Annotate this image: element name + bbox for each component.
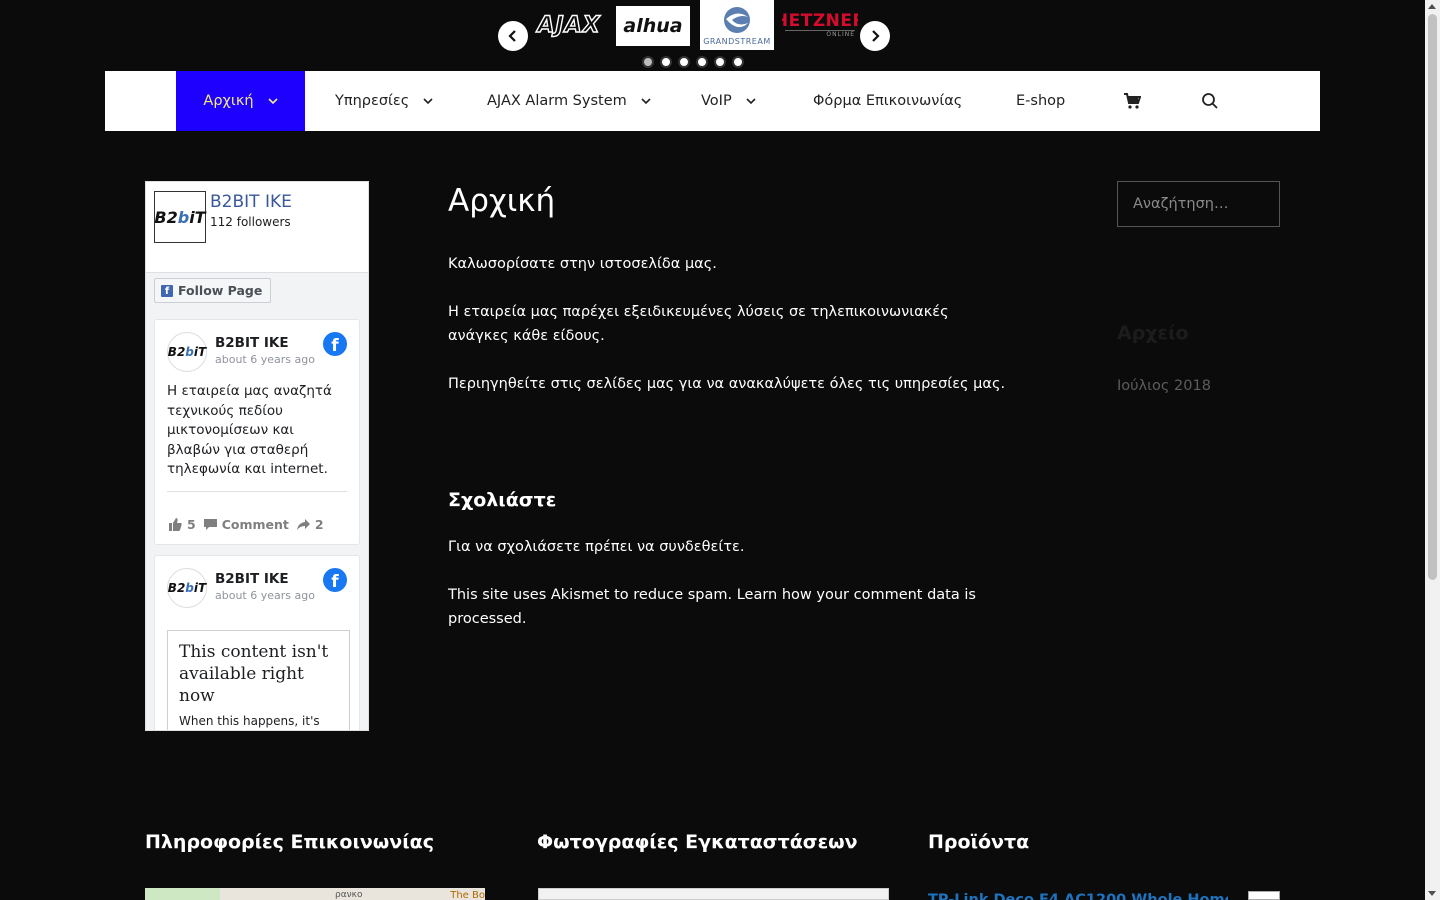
carousel-next-button[interactable] (860, 21, 890, 51)
carousel-dot[interactable] (642, 56, 654, 68)
scroll-down-arrow-icon[interactable] (1428, 891, 1436, 896)
archive-heading: Αρχείο (1117, 322, 1189, 344)
facebook-post: B2biT B2BIT IKE about 6 years ago f Η ετ… (154, 319, 360, 545)
main-navigation: Αρχική Υπηρεσίες AJAX Alarm System VoIP … (105, 71, 1320, 131)
brand-carousel: AJAX alhua GRANDSTREAM HETZNER ONLINE (498, 0, 890, 70)
login-notice: Για να σχολιάσετε πρέπει να συνδεθείτε. (448, 539, 745, 555)
products-heading: Προϊόντα (928, 831, 1030, 853)
dahua-logo-text: alhua (623, 15, 683, 37)
chevron-down-icon (423, 98, 433, 105)
unavailable-title: This content isn't available right now (179, 642, 329, 706)
contact-info-heading: Πληροφορίες Επικοινωνίας (145, 831, 434, 853)
ajax-logo[interactable]: AJAX (532, 0, 606, 50)
post-avatar[interactable]: B2biT (167, 568, 207, 608)
akismet-notice: This site uses Akismet to reduce spam. L… (448, 587, 976, 627)
facebook-post: B2biT B2BIT IKE about 6 years ago f This… (154, 555, 360, 730)
nav-item-home[interactable]: Αρχική (176, 71, 305, 131)
hetzner-logo[interactable]: HETZNER ONLINE (782, 0, 858, 50)
comment-button[interactable]: Comment (203, 517, 289, 532)
chevron-right-icon (872, 30, 880, 42)
thumbs-up-icon (169, 518, 182, 531)
browse-paragraph: Περιηγηθείτε στις σελίδες μας για να ανα… (448, 376, 1006, 392)
scroll-up-arrow-icon[interactable] (1428, 4, 1436, 9)
page-avatar[interactable]: B2biT (154, 191, 206, 243)
services-paragraph: Η εταιρεία μας παρέχει εξειδικευμένες λύ… (448, 304, 949, 344)
carousel-prev-button[interactable] (498, 21, 528, 51)
comment-icon (203, 519, 217, 530)
nav-item-eshop[interactable]: E-shop (1016, 71, 1065, 131)
post-avatar[interactable]: B2biT (167, 332, 207, 372)
post-author[interactable]: B2BIT IKE (215, 571, 289, 587)
facebook-f-icon: f (161, 284, 173, 297)
page-scrollbar[interactable] (1425, 0, 1440, 900)
unavailable-content-box: This content isn't available right now W… (167, 630, 350, 730)
installation-photo[interactable] (538, 888, 889, 900)
post-timestamp[interactable]: about 6 years ago (215, 589, 315, 602)
post-author[interactable]: B2BIT IKE (215, 335, 289, 351)
like-button[interactable]: 5 (169, 517, 196, 532)
post-actions: 5 Comment 2 (169, 517, 332, 532)
archive-link-july-2018[interactable]: Ιούλιος 2018 (1117, 378, 1211, 394)
grandstream-swirl-icon (724, 6, 750, 33)
search-icon (1202, 93, 1218, 109)
comments-heading: Σχολιάστε (448, 489, 557, 511)
facebook-page-header: B2biT B2BIT IKE 112 followers (146, 182, 368, 273)
share-icon (296, 519, 310, 530)
product-link[interactable]: TP-Link Deco E4 AC1200 Whole Home (928, 892, 1228, 900)
follow-page-button[interactable]: f Follow Page (154, 278, 272, 303)
page-title: Αρχική (448, 183, 556, 219)
nav-item-contact-form[interactable]: Φόρμα Επικοινωνίας (813, 71, 962, 131)
chevron-down-icon (268, 98, 278, 105)
chevron-left-icon (508, 30, 516, 42)
carousel-dot[interactable] (714, 56, 726, 68)
login-link[interactable]: συνδεθείτε (659, 539, 740, 555)
install-photos-heading: Φωτογραφίες Εγκαταστάσεων (537, 831, 858, 853)
carousel-dot[interactable] (732, 56, 744, 68)
map-street-label: ρανκο (335, 890, 363, 900)
facebook-logo-icon[interactable]: f (323, 332, 347, 356)
grandstream-logo[interactable]: GRANDSTREAM (700, 0, 774, 50)
dahua-logo[interactable]: alhua (616, 6, 690, 46)
chevron-down-icon (641, 98, 651, 105)
carousel-dot[interactable] (660, 56, 672, 68)
map-poi-label: The Bo (450, 890, 485, 900)
carousel-dot[interactable] (678, 56, 690, 68)
chevron-down-icon (746, 98, 756, 105)
intro-paragraph: Καλωσορίσατε στην ιστοσελίδα μας. (448, 256, 717, 272)
nav-item-services[interactable]: Υπηρεσίες (335, 71, 433, 131)
carousel-dots (642, 56, 744, 68)
product-thumbnail[interactable] (1248, 891, 1280, 900)
followers-count: 112 followers (210, 215, 291, 229)
share-button[interactable]: 2 (296, 517, 324, 532)
facebook-page-name[interactable]: B2BIT IKE (210, 192, 292, 212)
facebook-page-widget: B2biT B2BIT IKE 112 followers f Follow P… (145, 181, 369, 731)
cart-button[interactable] (1123, 71, 1141, 131)
post-timestamp[interactable]: about 6 years ago (215, 353, 315, 366)
divider (167, 491, 347, 492)
facebook-logo-icon[interactable]: f (323, 568, 347, 592)
sidebar-search-input[interactable] (1117, 181, 1280, 227)
carousel-dot[interactable] (696, 56, 708, 68)
cart-icon (1124, 93, 1141, 109)
contact-map[interactable]: ρανκο The Bo (145, 888, 485, 900)
nav-item-ajax-alarm[interactable]: AJAX Alarm System (487, 71, 651, 131)
unavailable-body: When this happens, it's usually because … (179, 714, 320, 728)
main-content: Αρχική Καλωσορίσατε στην ιστοσελίδα μας.… (448, 181, 1018, 627)
scrollbar-thumb[interactable] (1428, 14, 1437, 580)
nav-search-button[interactable] (1201, 71, 1219, 131)
nav-item-voip[interactable]: VoIP (701, 71, 756, 131)
post-text: Η εταιρεία μας αναζητά τεχνικούς πεδίου … (167, 383, 332, 477)
